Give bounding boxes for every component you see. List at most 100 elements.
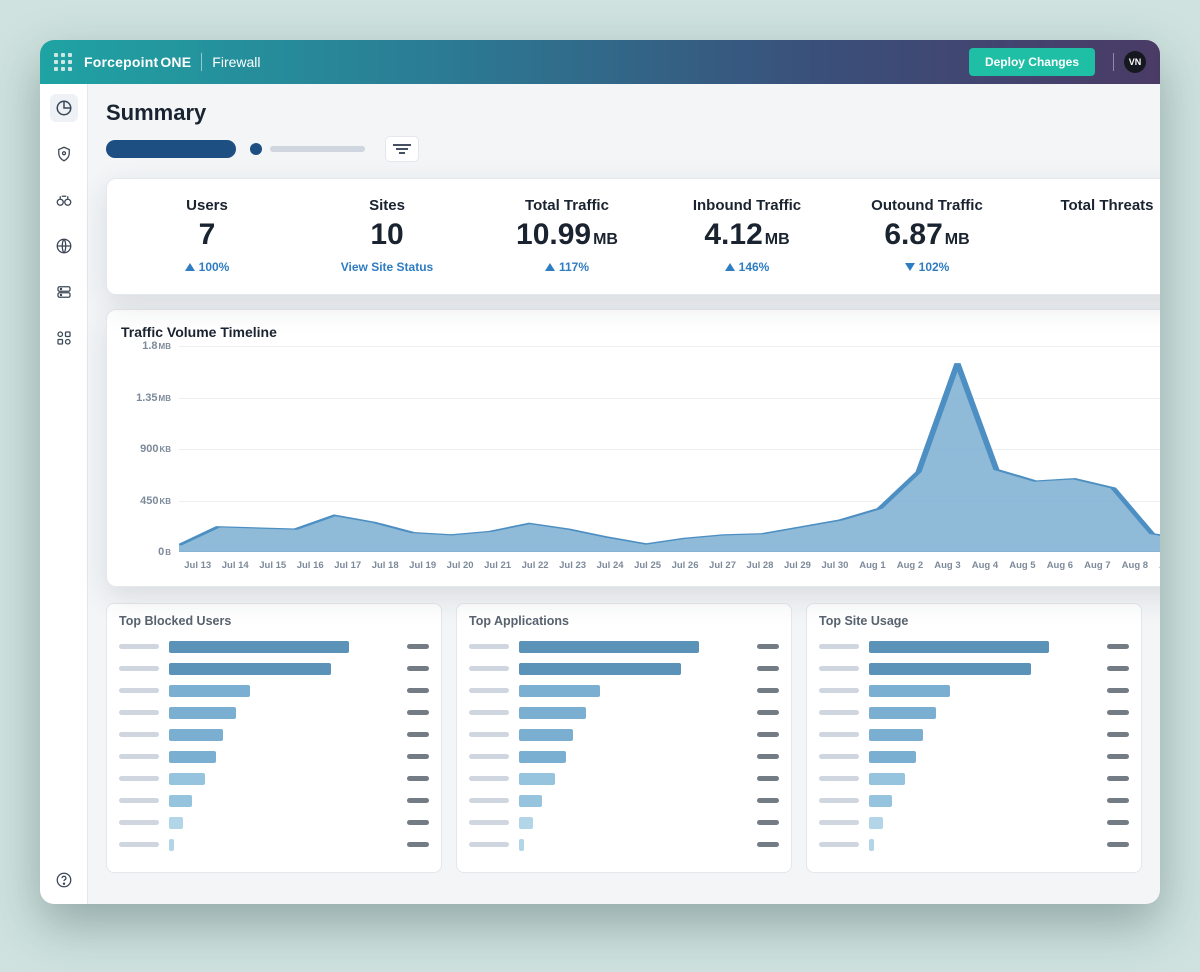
mini-row — [119, 704, 429, 721]
mini-title: Top Applications — [469, 614, 779, 628]
filter-button[interactable] — [385, 136, 419, 162]
x-tick: Aug 8 — [1116, 554, 1153, 576]
mini-row — [819, 814, 1129, 831]
nav-help-icon[interactable] — [50, 866, 78, 894]
x-tick: Jul 24 — [591, 554, 628, 576]
stat-label: Outound Traffic — [843, 197, 1011, 214]
x-tick: Aug 5 — [1004, 554, 1041, 576]
x-tick: Jul 18 — [366, 554, 403, 576]
y-tick: 1.8MB — [142, 340, 171, 352]
stat-delta: 117% — [545, 260, 589, 274]
timeline-chart: 1.8MB1.35MB900KB450KB0B Jul 13Jul 14Jul … — [121, 346, 1160, 576]
mini-row — [469, 792, 779, 809]
mini-title: Top Site Usage — [819, 614, 1129, 628]
x-tick: Jul 14 — [216, 554, 253, 576]
divider — [201, 53, 202, 71]
mini-panel: Top Site Usage — [806, 603, 1142, 873]
mini-row — [119, 836, 429, 853]
stat-value: 10.99MB — [483, 220, 651, 250]
mini-row — [469, 704, 779, 721]
timeline-panel: Traffic Volume Timeline 1.8MB1.35MB900KB… — [106, 309, 1160, 587]
stat-0: Users 7 100% — [117, 193, 297, 280]
stat-label: Users — [123, 197, 291, 214]
topbar: ForcepointONE Firewall Deploy Changes VN — [40, 40, 1160, 84]
x-tick: Jul 29 — [779, 554, 816, 576]
stat-2: Total Traffic 10.99MB 117% — [477, 193, 657, 280]
mini-row — [819, 704, 1129, 721]
y-tick: 0B — [158, 546, 171, 558]
nav-shield-icon[interactable] — [50, 140, 78, 168]
x-tick: Aug 7 — [1079, 554, 1116, 576]
nav-dashboard-icon[interactable] — [50, 94, 78, 122]
stat-delta: 146% — [725, 260, 770, 274]
mini-row — [819, 770, 1129, 787]
mini-title: Top Blocked Users — [119, 614, 429, 628]
x-tick: Jul 23 — [554, 554, 591, 576]
stat-5: Total Threats — [1017, 193, 1160, 280]
y-tick: 900KB — [140, 443, 171, 455]
mini-panel: Top Applications — [456, 603, 792, 873]
mini-row — [819, 836, 1129, 853]
x-tick: Jul 19 — [404, 554, 441, 576]
mini-row — [119, 770, 429, 787]
mini-charts-row: Top Blocked Users Top Applications Top Sit… — [106, 603, 1142, 873]
mini-row — [119, 638, 429, 655]
stats-row: Users 7 100% Sites 10 View Site Status Total T… — [106, 178, 1160, 295]
stat-1: Sites 10 View Site Status — [297, 193, 477, 280]
x-tick: Jul 13 — [179, 554, 216, 576]
x-tick: Aug 6 — [1041, 554, 1078, 576]
mini-row — [469, 748, 779, 765]
x-tick: Jul 27 — [704, 554, 741, 576]
x-tick: Jul 28 — [741, 554, 778, 576]
x-tick: Jul 30 — [816, 554, 853, 576]
stat-4: Outound Traffic 6.87MB 102% — [837, 193, 1017, 280]
y-tick: 450KB — [140, 495, 171, 507]
mini-row — [469, 638, 779, 655]
mini-row — [119, 792, 429, 809]
app-window: ForcepointONE Firewall Deploy Changes VN… — [40, 40, 1160, 904]
x-tick: Jul 22 — [516, 554, 553, 576]
period-selector[interactable] — [106, 140, 236, 158]
mini-row — [819, 638, 1129, 655]
x-tick: Jul 17 — [329, 554, 366, 576]
mini-row — [819, 682, 1129, 699]
nav-binoculars-icon[interactable] — [50, 186, 78, 214]
avatar[interactable]: VN — [1124, 51, 1146, 73]
stat-label: Total Threats — [1023, 197, 1160, 214]
stat-value: 4.12MB — [663, 220, 831, 250]
stat-value: 10 — [303, 220, 471, 250]
nav-server-icon[interactable] — [50, 278, 78, 306]
mini-row — [119, 814, 429, 831]
nav-globe-icon[interactable] — [50, 232, 78, 260]
range-slider[interactable] — [250, 143, 365, 155]
mini-row — [469, 660, 779, 677]
mini-row — [119, 682, 429, 699]
mini-row — [469, 836, 779, 853]
x-tick: Jul 26 — [666, 554, 703, 576]
stat-label: Inbound Traffic — [663, 197, 831, 214]
x-tick: Aug 9 — [1154, 554, 1160, 576]
mini-panel: Top Blocked Users — [106, 603, 442, 873]
stat-delta: 100% — [185, 260, 230, 274]
mini-row — [119, 660, 429, 677]
deploy-changes-button[interactable]: Deploy Changes — [969, 48, 1095, 76]
stat-label: Total Traffic — [483, 197, 651, 214]
stat-value: 7 — [123, 220, 291, 250]
mini-row — [469, 726, 779, 743]
nav-apps-icon[interactable] — [50, 324, 78, 352]
stat-link[interactable]: View Site Status — [341, 260, 433, 274]
x-tick: Jul 25 — [629, 554, 666, 576]
mini-row — [819, 748, 1129, 765]
timeline-title: Traffic Volume Timeline — [121, 324, 1160, 340]
toolbar — [106, 136, 1160, 162]
stat-delta: 102% — [905, 260, 950, 274]
stat-label: Sites — [303, 197, 471, 214]
mini-row — [119, 748, 429, 765]
x-tick: Aug 3 — [929, 554, 966, 576]
brand: ForcepointONE — [84, 54, 191, 70]
stat-value: 6.87MB — [843, 220, 1011, 250]
mini-row — [469, 814, 779, 831]
mini-row — [469, 682, 779, 699]
grip-icon[interactable] — [54, 53, 72, 71]
x-tick: Jul 15 — [254, 554, 291, 576]
